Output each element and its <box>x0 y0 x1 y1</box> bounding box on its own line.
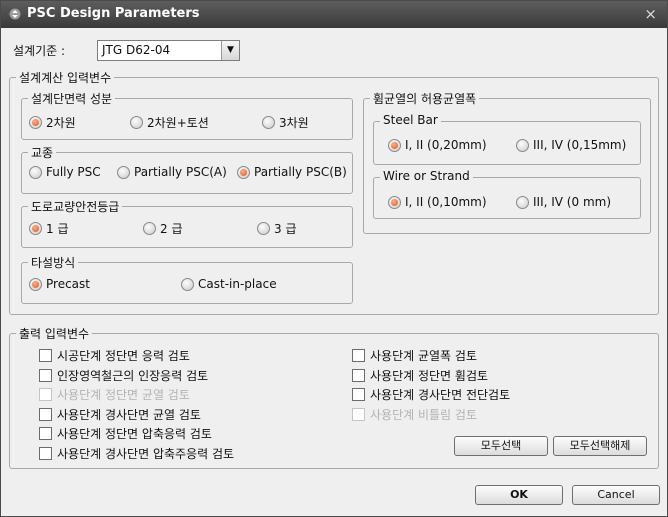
standard-value: JTG D62-04 <box>102 43 171 57</box>
output-checkbox-right: 사용단계 비틀림 검토 <box>352 406 477 423</box>
calc-inputs-legend: 설계계산 입력변수 <box>16 69 115 86</box>
section-option-label: 2차원+토션 <box>147 116 209 130</box>
select-all-button[interactable]: 모두선택 <box>454 436 548 456</box>
output-checkbox-left[interactable]: 사용단계 경사단면 압축주응력 검토 <box>39 445 234 462</box>
checkbox-icon[interactable] <box>352 349 365 362</box>
safety-grade-option-label: 2 급 <box>160 222 183 236</box>
casting-option[interactable]: Cast-in-place <box>181 277 277 291</box>
steel-bar-option-label: I, II (0,20mm) <box>405 138 487 152</box>
radio-button-icon[interactable] <box>143 222 156 235</box>
checkbox-label: 사용단계 정단면 압축응력 검토 <box>57 427 212 441</box>
output-checkbox-left[interactable]: 시공단계 정단면 응력 검토 <box>39 347 190 364</box>
section-option-label: 3차원 <box>279 116 309 130</box>
standard-label: 설계기준 : <box>13 44 66 58</box>
output-checkbox-left[interactable]: 인장영역철근의 인장응력 검토 <box>39 367 208 384</box>
steel-bar-option[interactable]: I, II (0,20mm) <box>388 138 487 152</box>
checkbox-icon[interactable] <box>39 446 52 460</box>
standard-select[interactable]: JTG D62-04 ▼ <box>97 40 240 61</box>
radio-button-icon[interactable] <box>181 277 194 291</box>
bridge-type-option-label: Fully PSC <box>46 165 101 179</box>
dialog-window: PSC Design Parameters × 설계기준 : JTG D62-0… <box>0 0 668 517</box>
checkbox-icon[interactable] <box>39 349 52 362</box>
radio-button-icon[interactable] <box>130 116 143 129</box>
checkbox-icon <box>39 388 52 401</box>
checkbox-label: 사용단계 경사단면 압축주응력 검토 <box>57 446 235 461</box>
radio-button-icon[interactable] <box>29 116 42 129</box>
radio-button-icon[interactable] <box>388 138 401 152</box>
safety-grade-option-label: 3 급 <box>274 222 297 236</box>
safety-grade-legend: 도로교량안전등급 <box>28 198 123 215</box>
checkbox-icon[interactable] <box>39 427 52 440</box>
ok-button[interactable]: OK <box>475 485 563 505</box>
output-checkbox-right[interactable]: 사용단계 경사단면 전단검토 <box>352 386 510 403</box>
checkbox-label: 사용단계 경사단면 균열 검토 <box>57 407 201 422</box>
safety-grade-option[interactable]: 3 급 <box>257 220 297 237</box>
casting-option[interactable]: Precast <box>29 277 90 291</box>
bridge-type-legend: 교종 <box>28 144 57 161</box>
output-legend: 출력 입력변수 <box>16 325 93 342</box>
checkbox-label: 사용단계 균열폭 검토 <box>370 349 477 363</box>
radio-button-icon[interactable] <box>516 195 529 209</box>
bridge-type-option-label: Partially PSC(A) <box>134 165 227 179</box>
bridge-type-option[interactable]: Fully PSC <box>29 165 101 179</box>
steel-bar-legend: Steel Bar <box>380 113 441 127</box>
section-option[interactable]: 3차원 <box>262 114 309 131</box>
deselect-all-button[interactable]: 모두선택해제 <box>553 436 647 456</box>
radio-button-icon[interactable] <box>388 195 401 209</box>
bridge-type-option-label: Partially PSC(B) <box>254 165 347 179</box>
casting-option-label: Cast-in-place <box>198 277 277 291</box>
radio-button-icon[interactable] <box>262 116 275 129</box>
radio-button-icon[interactable] <box>29 222 42 235</box>
casting-legend: 타설방식 <box>28 254 79 271</box>
output-checkbox-left[interactable]: 사용단계 정단면 압축응력 검토 <box>39 425 212 442</box>
checkbox-label: 사용단계 비틀림 검토 <box>370 407 477 422</box>
radio-button-icon[interactable] <box>117 165 130 179</box>
output-checkbox-right[interactable]: 사용단계 균열폭 검토 <box>352 347 477 364</box>
section-force-legend: 설계단면력 성분 <box>28 90 116 107</box>
checkbox-icon[interactable] <box>352 368 365 382</box>
output-checkbox-right[interactable]: 사용단계 정단면 휨검토 <box>352 367 488 384</box>
wire-option-label: I, II (0,10mm) <box>405 195 487 209</box>
checkbox-icon[interactable] <box>352 388 365 401</box>
crack-legend: 휨균열의 허용균열폭 <box>370 90 480 107</box>
output-checkbox-left: 사용단계 정단면 균열 검토 <box>39 386 190 403</box>
close-icon[interactable]: × <box>644 5 657 23</box>
safety-grade-option[interactable]: 1 급 <box>29 220 69 237</box>
radio-button-icon[interactable] <box>29 277 42 291</box>
section-option[interactable]: 2차원+토션 <box>130 114 209 131</box>
bridge-type-option[interactable]: Partially PSC(B) <box>237 165 347 179</box>
bridge-type-option[interactable]: Partially PSC(A) <box>117 165 227 179</box>
radio-button-icon[interactable] <box>237 165 250 179</box>
casting-option-label: Precast <box>46 277 90 291</box>
checkbox-label: 시공단계 정단면 응력 검토 <box>57 349 190 363</box>
safety-grade-option-label: 1 급 <box>46 222 69 236</box>
safety-grade-option[interactable]: 2 급 <box>143 220 183 237</box>
checkbox-label: 인장영역철근의 인장응력 검토 <box>57 368 209 383</box>
chevron-down-icon[interactable]: ▼ <box>221 41 239 60</box>
radio-button-icon[interactable] <box>257 222 270 235</box>
wire-option-label: III, IV (0 mm) <box>533 195 611 209</box>
checkbox-icon[interactable] <box>39 368 52 382</box>
checkbox-icon[interactable] <box>39 407 52 421</box>
safety-grade-group: 도로교량안전등급 <box>21 198 353 248</box>
output-checkbox-left[interactable]: 사용단계 경사단면 균열 검토 <box>39 406 201 423</box>
wire-option[interactable]: I, II (0,10mm) <box>388 195 487 209</box>
app-icon <box>9 8 21 20</box>
section-option-label: 2차원 <box>46 116 76 130</box>
cancel-button[interactable]: Cancel <box>572 485 660 505</box>
checkbox-label: 사용단계 정단면 휨검토 <box>370 368 489 383</box>
wire-option[interactable]: III, IV (0 mm) <box>516 195 611 209</box>
checkbox-label: 사용단계 정단면 균열 검토 <box>57 388 190 402</box>
section-option[interactable]: 2차원 <box>29 114 76 131</box>
radio-button-icon[interactable] <box>516 138 529 152</box>
checkbox-icon <box>352 407 365 421</box>
steel-bar-option-label: III, IV (0,15mm) <box>533 138 627 152</box>
steel-bar-option[interactable]: III, IV (0,15mm) <box>516 138 626 152</box>
title-bar[interactable]: PSC Design Parameters × <box>1 1 667 28</box>
radio-button-icon[interactable] <box>29 165 42 179</box>
window-title: PSC Design Parameters <box>27 6 200 21</box>
wire-legend: Wire or Strand <box>380 169 473 183</box>
checkbox-label: 사용단계 경사단면 전단검토 <box>370 388 511 402</box>
